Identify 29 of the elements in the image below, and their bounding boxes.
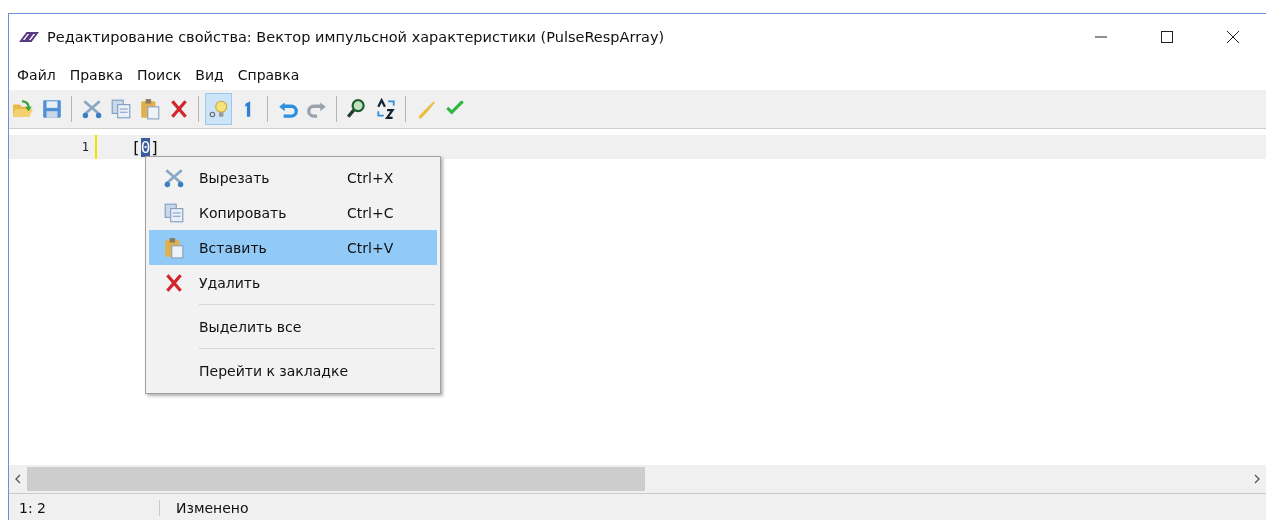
folder-icon <box>11 98 34 120</box>
replace-icon <box>374 98 397 120</box>
menu-item[interactable]: Файл <box>11 67 62 83</box>
status-text: Изменено <box>175 499 249 516</box>
clipboard-icon <box>138 98 161 120</box>
menu-item[interactable]: Вид <box>189 67 230 83</box>
context-menu-item[interactable]: Вырезать Ctrl+X <box>149 160 437 195</box>
context-menu-item[interactable]: Перейти к закладке <box>149 353 437 388</box>
copy-icon <box>163 201 185 224</box>
context-menu-item[interactable]: Вставить Ctrl+V <box>149 230 437 265</box>
menu-item[interactable]: Правка <box>63 67 129 83</box>
scrollbar-thumb[interactable] <box>27 467 645 491</box>
cursor-position: 1: 2 <box>9 499 160 516</box>
context-menu-item[interactable]: Удалить <box>149 265 437 300</box>
find-icon <box>345 98 368 120</box>
close-icon <box>1226 30 1240 44</box>
context-menu-item[interactable]: Копировать Ctrl+C <box>149 195 437 230</box>
menu-item[interactable]: Справка <box>231 67 306 83</box>
copy-icon <box>109 98 132 120</box>
line-number: 1 <box>80 140 89 154</box>
window-title: Редактирование свойства: Вектор импульсной характеристики (PulseRespArray) <box>47 29 665 45</box>
delete-x-icon <box>163 271 185 294</box>
menu-item[interactable]: Поиск <box>130 67 188 83</box>
clipboard-icon <box>163 236 185 259</box>
context-menu-item[interactable]: Выделить все <box>149 309 437 344</box>
lightbulb-icon <box>207 98 230 120</box>
code-text: [0] <box>131 137 160 157</box>
maximize-icon <box>1160 30 1174 44</box>
scissors-icon <box>80 98 103 120</box>
